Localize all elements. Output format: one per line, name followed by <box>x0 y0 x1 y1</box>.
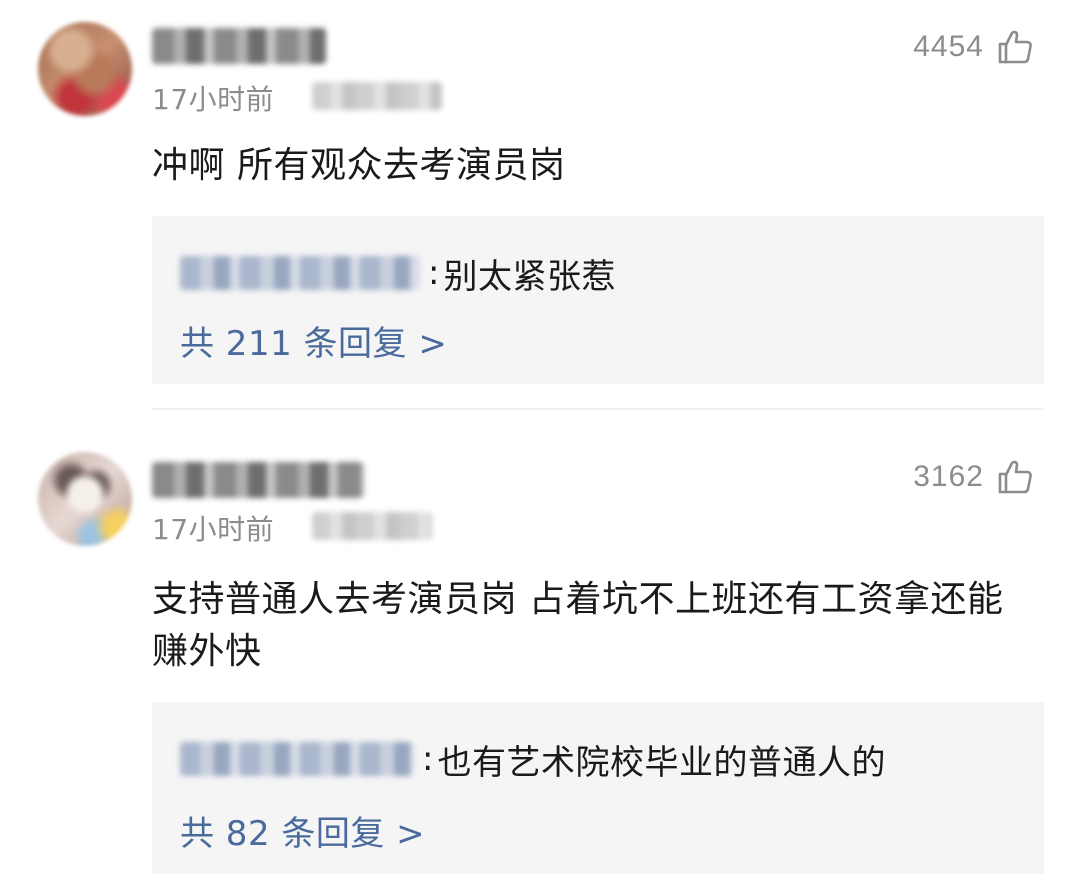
reply-colon: : <box>422 739 434 779</box>
comment-content: 冲啊 所有观众去考演员岗 <box>152 145 566 186</box>
comment-list: 17小时前 4454 冲啊 所有观众去考演员岗 : 别太紧张惹 共 211 条回… <box>0 0 1080 884</box>
location-redacted <box>312 512 432 540</box>
location-redacted <box>312 82 442 110</box>
reply-preview[interactable]: : 别太紧张惹 共 211 条回复 > <box>152 216 1044 384</box>
comment-item: 17小时前 4454 冲啊 所有观众去考演员岗 : 别太紧张惹 共 211 条回… <box>0 0 1080 410</box>
username-redacted[interactable] <box>152 28 326 64</box>
view-replies-link[interactable]: 共 82 条回复 > <box>180 806 425 855</box>
reply-preview[interactable]: : 也有艺术院校毕业的普通人的 共 82 条回复 > <box>152 702 1044 874</box>
reply-username-redacted[interactable] <box>180 256 420 290</box>
reply-colon: : <box>428 253 440 293</box>
avatar[interactable] <box>38 22 132 116</box>
reply-text: 也有艺术院校毕业的普通人的 <box>437 742 886 783</box>
like-count: 3162 <box>913 460 984 493</box>
view-replies-link[interactable]: 共 211 条回复 > <box>180 316 447 365</box>
comment-item: 17小时前 3162 支持普通人去考演员岗 占着坑不上班还有工资拿还能赚外快 :… <box>0 430 1080 884</box>
divider <box>152 408 1044 410</box>
like-count: 4454 <box>913 30 984 63</box>
reply-text: 别太紧张惹 <box>443 256 616 297</box>
avatar[interactable] <box>38 452 132 546</box>
reply-line: : 别太紧张惹 <box>180 246 616 300</box>
thumbs-up-icon <box>998 30 1032 64</box>
reply-username-redacted[interactable] <box>180 742 414 776</box>
like-button[interactable]: 3162 <box>913 458 1034 496</box>
thumbs-up-icon <box>998 460 1032 494</box>
like-button[interactable]: 4454 <box>913 28 1034 66</box>
reply-line: : 也有艺术院校毕业的普通人的 <box>180 732 886 786</box>
username-redacted[interactable] <box>152 462 364 498</box>
comment-content: 支持普通人去考演员岗 占着坑不上班还有工资拿还能赚外快 <box>152 579 1004 672</box>
comment-time: 17小时前 <box>152 83 275 116</box>
comment-time: 17小时前 <box>152 513 275 546</box>
